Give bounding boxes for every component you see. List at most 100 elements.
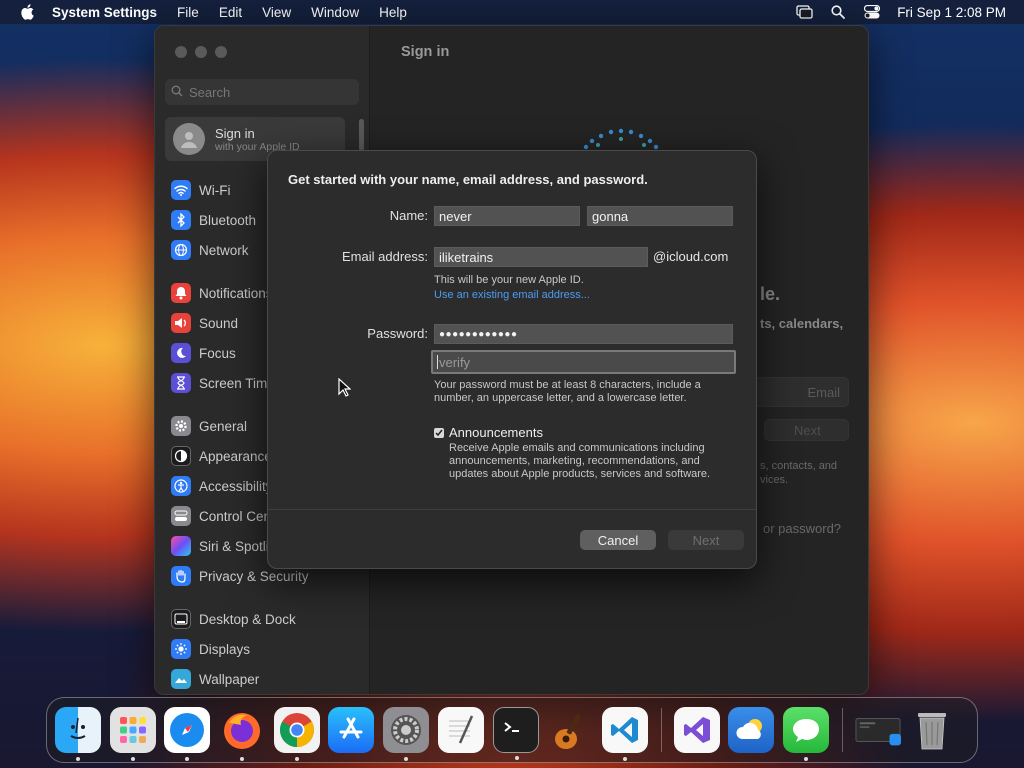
trash-icon[interactable]: [909, 707, 955, 753]
bluetooth-icon: [171, 210, 191, 230]
sidebar-item-focus[interactable]: Focus: [171, 340, 236, 366]
bell-icon: [171, 283, 191, 303]
email-field[interactable]: iliketrains: [434, 247, 648, 267]
menu-help[interactable]: Help: [379, 5, 407, 20]
bg-email-placeholder: Email: [807, 385, 840, 400]
apple-menu-icon[interactable]: [18, 3, 36, 21]
moon-icon: [171, 343, 191, 363]
menu-file[interactable]: File: [177, 5, 199, 20]
verify-password-field[interactable]: verify: [431, 350, 736, 374]
last-name-field[interactable]: gonna: [587, 206, 733, 226]
system-settings-icon[interactable]: [383, 707, 430, 761]
chrome-icon[interactable]: [273, 707, 320, 761]
sidebar-item-appearance[interactable]: Appearance: [171, 443, 272, 469]
announcements-desc-line-2: announcements, marketing, recommendation…: [449, 455, 700, 467]
clock[interactable]: Fri Sep 1 2:08 PM: [897, 5, 1006, 20]
announcements-checkbox[interactable]: [434, 428, 444, 438]
firefox-icon[interactable]: [219, 707, 265, 761]
menu-window[interactable]: Window: [311, 5, 359, 20]
dock: [46, 697, 978, 763]
sidebar-item-network[interactable]: Network: [171, 237, 249, 263]
messages-icon[interactable]: [782, 707, 829, 761]
running-indicator: [514, 756, 519, 760]
terminal-icon[interactable]: [492, 707, 539, 760]
sidebar-item-wifi[interactable]: Wi-Fi: [171, 177, 230, 203]
appearance-icon: [171, 446, 191, 466]
use-existing-email-link[interactable]: Use an existing email address...: [434, 289, 590, 302]
avatar: [173, 123, 205, 155]
running-indicator: [803, 757, 808, 761]
running-indicator: [294, 757, 299, 761]
bg-text-fragment: s, contacts, and: [760, 460, 838, 472]
sidebar-item-label: Bluetooth: [199, 212, 257, 228]
announcements-label[interactable]: Announcements: [449, 425, 543, 440]
dock-icon: [171, 609, 191, 629]
textedit-icon[interactable]: [437, 707, 484, 753]
visual-studio-icon[interactable]: [673, 707, 720, 753]
sidebar-item-label: Displays: [199, 641, 251, 657]
sun-icon: [171, 639, 191, 659]
bg-heading-fragment: le.: [760, 284, 781, 304]
menu-edit[interactable]: Edit: [219, 5, 242, 20]
sidebar-item-label: Privacy & Security: [199, 568, 309, 584]
dialog-heading: Get started with your name, email addres…: [288, 172, 648, 187]
sidebar-item-wallpaper[interactable]: Wallpaper: [171, 666, 259, 692]
password-hint-line-1: Your password must be at least 8 charact…: [434, 379, 701, 391]
first-name-field[interactable]: never: [434, 206, 580, 226]
safari-icon[interactable]: [164, 707, 211, 761]
search-icon: [171, 85, 183, 100]
running-indicator: [240, 757, 245, 761]
announcements-desc-line-1: Receive Apple emails and communications …: [449, 442, 705, 454]
sidebar-item-label: Appearance: [199, 448, 272, 464]
minimize-window-button[interactable]: [195, 46, 207, 58]
bg-text-fragment: vices.: [760, 474, 789, 486]
close-window-button[interactable]: [175, 46, 187, 58]
sidebar-item-sound[interactable]: Sound: [171, 310, 238, 336]
app-name[interactable]: System Settings: [52, 5, 157, 20]
sidebar-search-field[interactable]: Search: [165, 79, 359, 105]
password-label: Password:: [367, 326, 428, 341]
cancel-button[interactable]: Cancel: [580, 530, 656, 550]
speaker-icon: [171, 313, 191, 333]
sidebar-item-notifications[interactable]: Notifications: [171, 280, 273, 306]
menu-view[interactable]: View: [262, 5, 291, 20]
sidebar-item-general[interactable]: General: [171, 413, 247, 439]
sidebar-item-desktop-dock[interactable]: Desktop & Dock: [171, 606, 296, 632]
next-button[interactable]: Next: [668, 530, 744, 550]
sidebar-scrollbar[interactable]: [359, 119, 364, 151]
bg-forgot-link: or password?: [763, 521, 842, 536]
control-centre-icon: [171, 506, 191, 526]
sidebar-item-label: Accessibility: [199, 478, 273, 494]
spotlight-search-icon[interactable]: [829, 4, 847, 20]
sidebar-item-label: General: [199, 418, 248, 434]
sidebar-item-label: Screen Time: [199, 375, 275, 391]
sidebar-item-screen-time[interactable]: Screen Time: [171, 370, 275, 396]
zoom-window-button[interactable]: [215, 46, 227, 58]
wallpaper-icon: [171, 669, 191, 689]
bg-next-button: Next: [764, 419, 849, 441]
wifi-icon: [171, 180, 191, 200]
garageband-icon[interactable]: [547, 707, 593, 753]
sidebar-item-bluetooth[interactable]: Bluetooth: [171, 207, 256, 233]
app-store-icon[interactable]: [328, 707, 375, 753]
finder-icon[interactable]: [55, 707, 101, 761]
sidebar-item-label: Wallpaper: [199, 671, 260, 687]
running-indicator: [185, 757, 190, 761]
dialog-divider: [268, 509, 756, 510]
sidebar-item-displays[interactable]: Displays: [171, 636, 250, 662]
minimized-window-thumbnail[interactable]: [855, 707, 901, 753]
name-label: Name:: [389, 208, 428, 223]
weather-icon[interactable]: [728, 707, 775, 753]
dock-separator: [841, 708, 843, 752]
screen-mirroring-icon[interactable]: [795, 4, 813, 20]
password-field[interactable]: ●●●●●●●●●●●●: [434, 324, 733, 344]
email-label: Email address:: [342, 249, 428, 264]
globe-icon: [171, 240, 191, 260]
vscode-icon[interactable]: [601, 707, 648, 761]
running-indicator: [130, 757, 135, 761]
running-indicator: [404, 757, 409, 761]
control-centre-icon[interactable]: [863, 4, 881, 20]
sidebar-item-accessibility[interactable]: Accessibility: [171, 473, 273, 499]
launchpad-icon[interactable]: [109, 707, 156, 761]
siri-icon: [171, 536, 191, 556]
